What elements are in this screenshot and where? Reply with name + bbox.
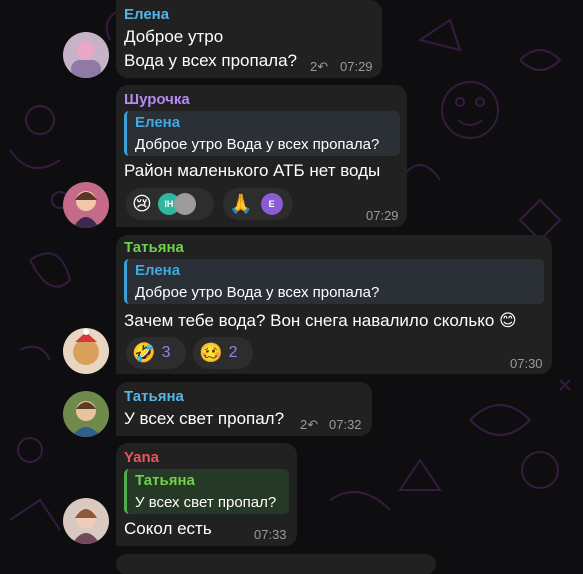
forward-count[interactable]: 2↶ [310,59,328,75]
reply-text: Доброе утро Вода у всех пропала? [135,136,380,153]
share-arrow-icon: ↶ [317,59,329,74]
message-bubble: Yana Татьяна У всех свет пропал? Сокол е… [116,443,297,546]
message-time: 07:30 [510,356,543,371]
message-text: Зачем тебе вода? Вон снега навалило скол… [124,311,517,330]
reply-quote[interactable]: Елена Доброе утро Вода у всех пропала? [124,259,544,304]
message-bubble: Елена Доброе утро Вода у всех пропала? 2… [116,0,382,78]
reaction-count: 2 [228,344,238,361]
avatar-tatyana-2[interactable] [63,391,109,437]
reaction-cry[interactable]: 😢 IH [126,188,214,220]
message-text: Район маленького АТБ нет воды [124,161,381,180]
woozy-emoji-icon: 🥴 [199,342,223,364]
message-text: Сокол есть [124,519,212,538]
message-bubble: Шурочка Елена Доброе утро Вода у всех пр… [116,85,407,227]
reaction-rofl[interactable]: 🤣 3 [126,337,186,369]
avatar-elena[interactable] [63,32,109,78]
reply-text: Доброе утро Вода у всех пропала? [135,284,380,301]
message-5[interactable]: Yana Татьяна У всех свет пропал? Сокол е… [0,443,583,548]
forward-count[interactable]: 2↶ [300,417,318,433]
cry-emoji-icon: 😢 [132,193,152,215]
message-text: У всех свет пропал? [124,409,285,428]
reply-text: У всех свет пропал? [135,494,277,511]
reaction-count: 3 [161,344,171,361]
message-time: 07:29 [366,208,399,223]
message-text-line-1: Доброе утро [124,27,224,46]
message-time: 07:32 [329,417,362,432]
sender-name[interactable]: Татьяна [124,388,184,405]
message-1[interactable]: Елена Доброе утро Вода у всех пропала? 2… [0,0,583,80]
rofl-emoji-icon: 🤣 [132,342,156,364]
message-bubble: Татьяна Елена Доброе утро Вода у всех пр… [116,235,552,374]
message-2[interactable]: Шурочка Елена Доброе утро Вода у всех пр… [0,85,583,230]
sender-name[interactable]: Yana [124,449,159,466]
next-message-bubble [116,554,436,574]
message-text-line-2: Вода у всех пропала? [124,51,297,70]
avatar-yana[interactable] [63,498,109,544]
sender-name[interactable]: Татьяна [124,239,184,256]
avatar-shurochka[interactable] [63,182,109,228]
reply-sender: Елена [135,262,181,279]
message-time: 07:33 [254,527,287,542]
reaction-woozy[interactable]: 🥴 2 [193,337,253,369]
reaction-pray[interactable]: 🙏 E [223,188,293,220]
share-arrow-icon: ↶ [307,417,319,432]
pray-emoji-icon: 🙏 [229,193,253,215]
reactor-avatar [173,193,196,215]
reply-quote[interactable]: Елена Доброе утро Вода у всех пропала? [124,111,400,156]
reply-quote[interactable]: Татьяна У всех свет пропал? [124,469,289,514]
reply-sender: Елена [135,114,181,131]
avatar-tatyana-1[interactable] [63,328,109,374]
message-bubble: Татьяна У всех свет пропал? 2↶ 07:32 [116,382,372,436]
message-3[interactable]: Татьяна Елена Доброе утро Вода у всех пр… [0,235,583,377]
reply-sender: Татьяна [135,472,195,489]
message-time: 07:29 [340,59,373,74]
sender-name[interactable]: Шурочка [124,91,190,108]
reactor-avatar: E [260,193,283,215]
sender-name[interactable]: Елена [124,6,169,23]
message-4[interactable]: Татьяна У всех свет пропал? 2↶ 07:32 [0,382,583,438]
